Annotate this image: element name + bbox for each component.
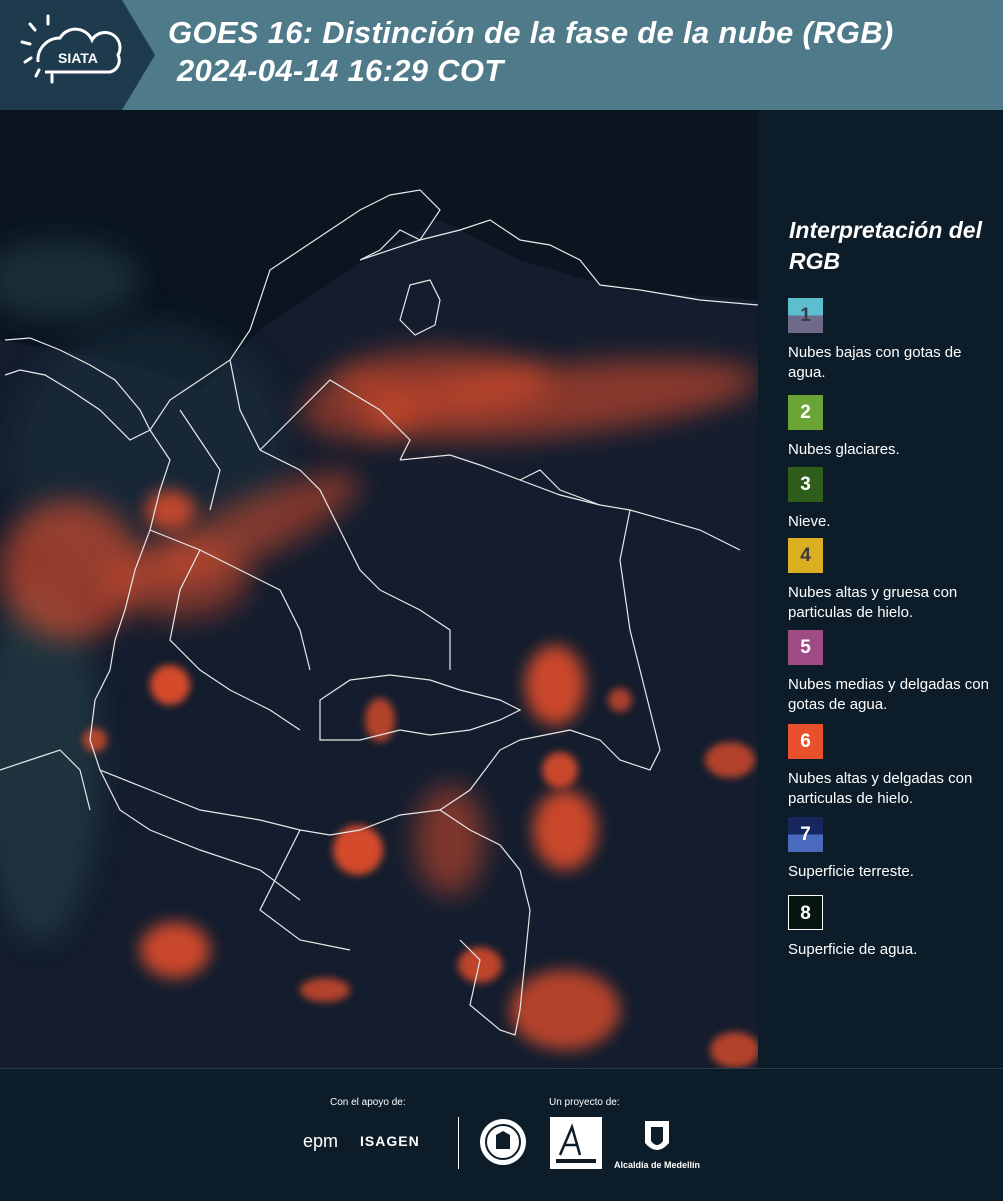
project-label: Un proyecto de: [549, 1097, 620, 1108]
legend-swatch-3: 3 [788, 467, 823, 502]
legend-swatch-7: 7 [788, 817, 823, 852]
title-line-1: GOES 16: Distinción de la fase de la nub… [168, 15, 894, 50]
legend-item-4: 4 Nubes altas y gruesa con particulas de… [788, 538, 998, 623]
legend-label-8: Superficie de agua. [788, 941, 918, 958]
title-timestamp: 2024-04-14 16:29 COT [177, 53, 504, 88]
legend-label-1: Nubes bajas con gotas de agua. [788, 344, 962, 381]
legend-item-5: 5 Nubes medias y delgadas con gotas de a… [788, 630, 998, 715]
legend-label-2: Nubes glaciares. [788, 441, 900, 458]
legend-label-3: Nieve. [788, 513, 831, 530]
footer-divider [458, 1117, 459, 1169]
legend-swatch-2: 2 [788, 395, 823, 430]
isagen-logo: ISAGEN [360, 1133, 420, 1149]
legend-label-7: Superficie terreste. [788, 863, 914, 880]
legend-swatch-6: 6 [788, 724, 823, 759]
legend-label-6: Nubes altas y delgadas con particulas de… [788, 770, 973, 807]
legend-label-4: Nubes altas y gruesa con particulas de h… [788, 584, 958, 621]
area-metropolitana-logo [550, 1117, 602, 1169]
support-label: Con el apoyo de: [330, 1097, 406, 1108]
legend-swatch-4: 4 [788, 538, 823, 573]
legend-swatch-8: 8 [788, 895, 823, 930]
legend-title: Interpretación del RGB [789, 217, 982, 274]
legend-item-1: 1 Nubes bajas con gotas de agua. [788, 298, 998, 383]
legend-item-8: 8 Superficie de agua. [788, 895, 998, 960]
epm-logo: epm [303, 1131, 339, 1151]
alcaldia-medellin-label: Alcaldía de Medellín [614, 1160, 701, 1170]
page-title: GOES 16: Distinción de la fase de la nub… [168, 14, 894, 90]
legend-item-6: 6 Nubes altas y delgadas con particulas … [788, 724, 998, 809]
legend-swatch-5: 5 [788, 630, 823, 665]
footer-bar: Con el apoyo de: Un proyecto de: epm ISA… [0, 1068, 1003, 1201]
satellite-map [0, 110, 758, 1068]
medellin-shield-logo [645, 1121, 669, 1150]
legend-label-5: Nubes medias y delgadas con gotas de agu… [788, 676, 989, 713]
legend-item-3: 3 Nieve. [788, 467, 998, 532]
legend-swatch-1: 1 [788, 298, 823, 333]
header-bar: SIATA GOES 16: Distinción de la fase de … [0, 0, 1003, 110]
legend-item-2: 2 Nubes glaciares. [788, 395, 998, 460]
seal-logo [480, 1119, 526, 1165]
legend-item-7: 7 Superficie terreste. [788, 817, 998, 882]
siata-logo: SIATA [0, 0, 155, 110]
svg-text:SIATA: SIATA [58, 50, 98, 66]
legend-panel: Interpretación del RGB 1 Nubes bajas con… [762, 110, 1003, 1068]
